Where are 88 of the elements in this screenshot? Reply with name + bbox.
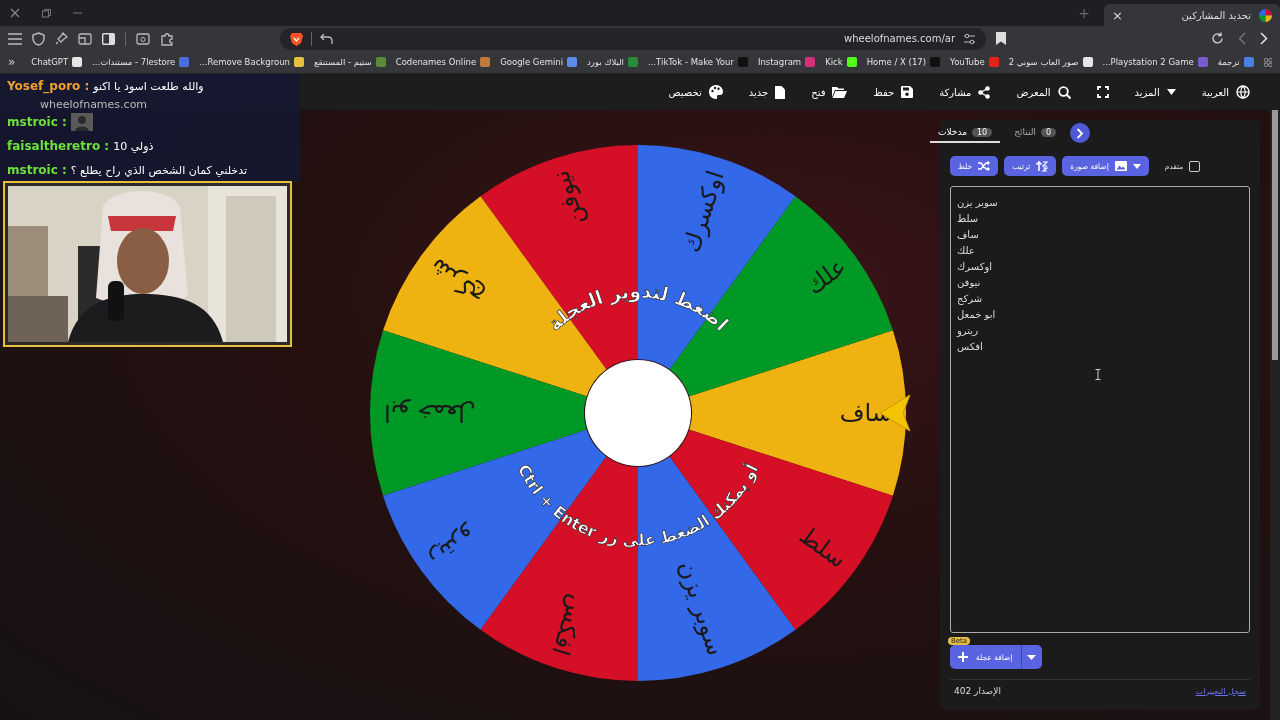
folder-icon <box>832 86 848 98</box>
bookmark-link[interactable]: Instagram <box>757 57 802 68</box>
bookmark-link[interactable]: صور العاب سوني 2 <box>1008 57 1079 68</box>
dropdown-button[interactable] <box>1020 645 1042 669</box>
bookmark-link[interactable]: 7lestore - مستندات... <box>92 57 176 68</box>
nav-button[interactable] <box>1096 86 1109 98</box>
menu-icon[interactable] <box>8 32 22 45</box>
chat-username: Yosef_poro : <box>7 79 90 93</box>
document-icon <box>775 85 786 99</box>
browser-tab[interactable]: × تحديد المشاركين <box>1104 4 1280 26</box>
chevron-right-icon <box>1075 127 1084 139</box>
changelog-link[interactable]: سجل التغييرات <box>1195 686 1246 696</box>
image-icon <box>1114 161 1127 171</box>
screenshot-icon[interactable] <box>136 32 150 45</box>
undo-icon[interactable] <box>320 32 333 45</box>
nav-button[interactable]: العربية <box>1201 85 1250 99</box>
bookmark-link[interactable]: Remove Backgroun... <box>199 57 290 68</box>
puzzle-icon[interactable] <box>160 31 174 46</box>
bookmark-link[interactable]: TikTok - Make Your... <box>648 57 734 68</box>
bookmark-link[interactable]: ستيم - المستنقع <box>313 57 372 68</box>
entries-textarea[interactable]: سوبر يزن سلط ساف علك اوكسرك نيوفن شركج ابو خمعل ريترو افكس <box>950 186 1250 633</box>
wheel-center[interactable] <box>585 360 691 466</box>
bookmark-link[interactable]: ترجمة <box>1217 57 1240 68</box>
caret-icon <box>1166 89 1176 95</box>
segment-label: علك <box>800 252 852 300</box>
emote-icon <box>70 113 93 131</box>
globe-icon <box>1236 85 1250 99</box>
nav-button[interactable]: مشاركة <box>939 85 991 99</box>
chat-username: mstroic : <box>7 163 67 177</box>
nav-button[interactable]: تخصيص <box>668 85 723 99</box>
segment-label: افكس <box>546 591 592 659</box>
tab-title: تحديد المشاركين <box>1181 9 1251 21</box>
apps-grid-icon[interactable] <box>1263 55 1272 69</box>
nav-button[interactable]: فتح <box>811 86 848 98</box>
nav-button[interactable]: جديد <box>748 85 786 99</box>
caret-icon <box>1132 163 1141 169</box>
bookmark-link[interactable]: Google Gemini <box>500 57 564 68</box>
palette-icon <box>708 85 723 99</box>
reload-icon[interactable] <box>1211 32 1224 46</box>
bookmark-link[interactable]: ChatGPT <box>31 57 69 68</box>
forward-icon[interactable] <box>1260 32 1268 46</box>
close-icon[interactable] <box>10 8 20 18</box>
search-icon <box>1057 85 1071 99</box>
pin-icon[interactable] <box>55 32 68 46</box>
chat-message: والله طلعت اسود يا اكنو <box>93 79 204 93</box>
segment-label: شركج <box>424 252 490 311</box>
sort-icon <box>1036 160 1049 172</box>
collapse-button[interactable] <box>1069 123 1090 143</box>
chat-username: faisaltheretro : <box>7 139 110 153</box>
nav-button[interactable]: المعرض <box>1016 85 1071 99</box>
segment-label: ابو خمعل <box>384 399 476 427</box>
restore-icon[interactable] <box>42 8 51 18</box>
url-text: wheelofnames.com/ar <box>844 33 955 45</box>
chat-message: ذولي 10 <box>113 139 154 153</box>
segment-label: اوكسرك <box>677 167 730 256</box>
tune-icon[interactable] <box>963 32 976 45</box>
wheel-icon <box>1259 8 1272 22</box>
share-icon <box>978 85 991 99</box>
address-bar[interactable]: wheelofnames.com/ar <box>280 27 986 50</box>
segment-label: نيوفن <box>546 167 591 230</box>
caret-icon <box>1027 654 1037 660</box>
segment-label: ريترو <box>424 521 482 574</box>
version-label: الإصدار 402 <box>954 686 1001 696</box>
segment-label: سلط <box>794 521 852 574</box>
bookmark-link[interactable]: Kick <box>825 57 843 68</box>
bookmark-link[interactable]: Codenames Online <box>395 57 477 68</box>
back-icon[interactable] <box>1238 32 1246 46</box>
nav-button[interactable]: المزيد <box>1134 86 1176 98</box>
text-cursor-icon <box>1095 369 1101 380</box>
chat-username: mstroic : <box>7 115 67 129</box>
shuffle-icon <box>978 161 991 171</box>
overlay-logo-text: wheelofnames.com <box>40 97 148 111</box>
bookmark-link[interactable]: Playstation 2 Game... <box>1102 57 1194 68</box>
sidebar-icon[interactable] <box>102 32 115 45</box>
nav-button[interactable]: حفظ <box>873 86 914 98</box>
bookmark-link[interactable]: YouTube <box>950 57 985 68</box>
bookmark-link[interactable]: (17) Home / X <box>866 57 927 68</box>
chat-message: تدخلني كمان الشخص الذي راح يطلع ؟ <box>70 163 247 177</box>
tab-close-button[interactable]: × <box>1112 7 1123 23</box>
cast-icon[interactable] <box>78 32 92 45</box>
bookmark-link[interactable]: البلاك بورد <box>587 57 624 68</box>
fullscreen-icon <box>1096 86 1109 98</box>
plus-icon <box>958 652 968 662</box>
shield-icon[interactable] <box>32 31 45 46</box>
more-bookmarks-button[interactable]: « <box>8 55 16 70</box>
advanced-checkbox[interactable] <box>1189 160 1201 172</box>
segment-label: سوبر يزن <box>673 557 730 659</box>
bookmark-icon[interactable] <box>996 32 1006 46</box>
